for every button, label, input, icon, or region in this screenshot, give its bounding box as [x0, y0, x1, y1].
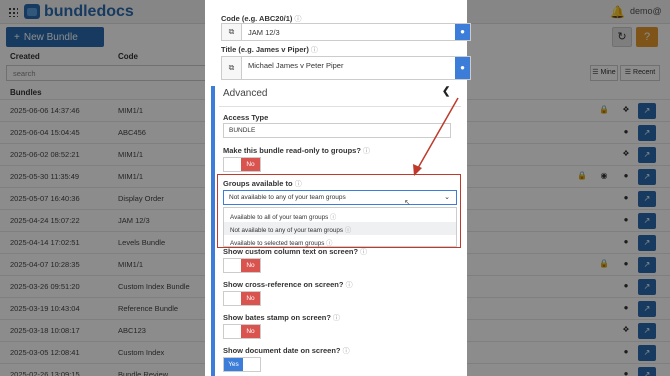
advanced-section-title[interactable]: Advanced — [223, 88, 267, 99]
groups-select[interactable]: Not available to any of your team groups… — [223, 190, 457, 205]
toggle-state: No — [241, 325, 260, 338]
groups-selected-value: Not available to any of your team groups — [229, 194, 346, 201]
code-value: JAM 12/3 — [248, 28, 280, 37]
edit-bundle-modal: Code (e.g. ABC20/1) ⓘ ⧉ JAM 12/3 ● Title… — [205, 0, 471, 376]
info-icon: ⓘ — [345, 282, 353, 289]
cross-reference-toggle[interactable]: No — [223, 291, 261, 306]
title-action-button[interactable]: ● — [455, 57, 470, 79]
readonly-label: Make this bundle read-only to groups? ⓘ — [223, 146, 371, 155]
divider — [219, 106, 461, 107]
copy-icon[interactable]: ⧉ — [222, 57, 242, 79]
groups-label: Groups available to ⓘ — [223, 179, 302, 188]
toggle-state: No — [241, 259, 260, 272]
info-icon: ⓘ — [363, 148, 371, 155]
info-icon: ⓘ — [294, 181, 302, 188]
groups-option[interactable]: Available to all of your team groups ⓘ — [224, 209, 456, 222]
info-icon: ⓘ — [360, 249, 368, 256]
cross-reference-label: Show cross-reference on screen? ⓘ — [223, 280, 353, 289]
custom-column-label: Show custom column text on screen? ⓘ — [223, 247, 368, 256]
chevron-down-icon[interactable]: ❮ — [442, 86, 450, 97]
info-icon: ⓘ — [333, 315, 341, 322]
bates-stamp-toggle[interactable]: No — [223, 324, 261, 339]
info-icon: ⓘ — [310, 47, 318, 54]
code-action-button[interactable]: ● — [455, 24, 470, 40]
custom-column-toggle[interactable]: No — [223, 258, 261, 273]
code-field[interactable]: ⧉ JAM 12/3 ● — [221, 23, 471, 41]
advanced-section-bar — [211, 86, 215, 376]
info-icon: ⓘ — [342, 348, 350, 355]
toggle-state: No — [241, 292, 260, 305]
access-type-label: Access Type — [223, 113, 269, 122]
access-type-select[interactable]: BUNDLE — [223, 123, 451, 138]
document-date-label: Show document date on screen? ⓘ — [223, 346, 350, 355]
chevron-down-icon: ⌄ — [444, 194, 450, 201]
copy-icon[interactable]: ⧉ — [222, 24, 242, 40]
toggle-state: Yes — [224, 358, 243, 371]
groups-option[interactable]: Not available to any of your team groups… — [224, 222, 456, 235]
bates-stamp-label: Show bates stamp on screen? ⓘ — [223, 313, 341, 322]
document-date-toggle[interactable]: Yes — [223, 357, 261, 372]
mouse-cursor-icon: ↖ — [404, 198, 411, 207]
title-field[interactable]: ⧉ Michael James v Peter Piper ● — [221, 56, 471, 80]
info-icon: ⓘ — [294, 16, 302, 23]
readonly-toggle[interactable]: No — [223, 157, 261, 172]
title-label: Title (e.g. James v Piper) ⓘ — [221, 45, 318, 54]
title-value: Michael James v Peter Piper — [248, 61, 344, 70]
groups-options-list: Available to all of your team groups ⓘ N… — [223, 207, 457, 247]
toggle-state: No — [241, 158, 260, 171]
